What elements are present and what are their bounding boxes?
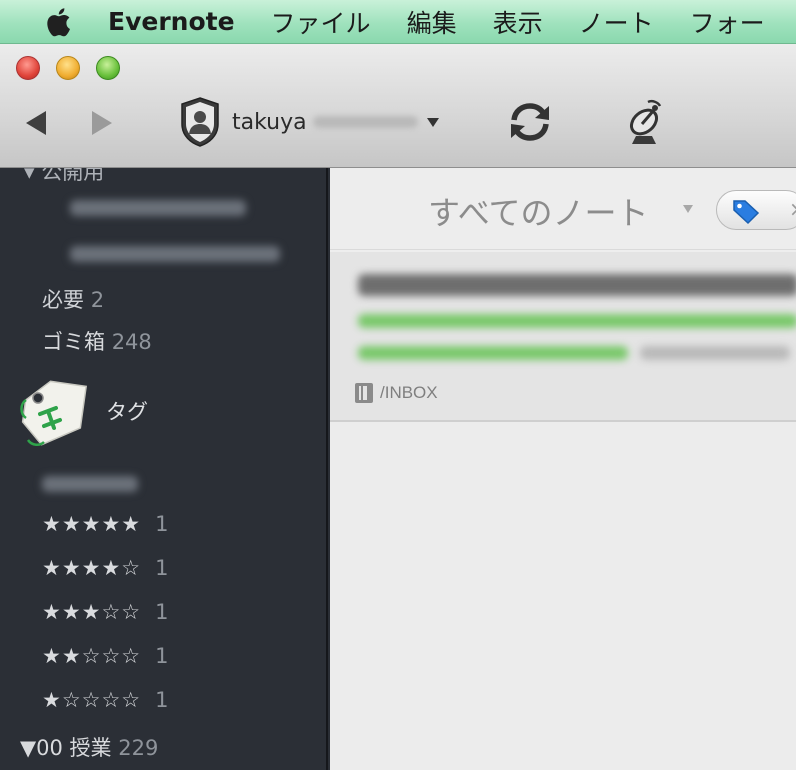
chevron-down-icon[interactable] [682,204,694,214]
sidebar-tag-rating-3[interactable]: ★★★☆☆ 1 [42,600,169,624]
menu-bar: Evernote ファイル 編集 表示 ノート フォー [0,0,796,44]
sync-icon[interactable] [502,98,558,146]
rating-stars: ★★★★☆ [42,556,142,580]
sidebar-item-trash[interactable]: ゴミ箱 248 [42,326,152,356]
back-arrow-icon[interactable] [22,108,52,138]
account-menu[interactable]: takuya [178,96,440,148]
menu-note[interactable]: ノート [579,4,654,40]
sidebar-tag-rating-2[interactable]: ★★☆☆☆ 1 [42,644,169,668]
user-shield-icon [181,97,219,147]
note-snippet-redacted [640,346,790,360]
tag-icon [733,200,760,225]
note-snippet-redacted [358,314,796,328]
window-zoom-button[interactable] [96,56,120,80]
apple-menu-icon[interactable] [40,7,76,37]
note-snippet-redacted [358,346,628,360]
rating-stars: ★★★☆☆ [42,600,142,624]
sidebar-item-count: 1 [155,556,169,580]
note-notebook-name: /INBOX [380,383,438,402]
tag-icon [20,380,88,446]
note-list-title[interactable]: すべてのノート [428,188,648,234]
chevron-down-icon [426,118,439,127]
sidebar-item-label: 00 授業 [36,736,112,760]
tag-filter-token[interactable]: × [716,190,796,230]
sidebar: ▾ 公開用 必要 2 ゴミ箱 248 タグ ★★★★★ 1 ★★★★☆ 1 ★★★☆… [0,168,328,770]
tag-filter-remove[interactable]: × [789,197,796,221]
menu-edit[interactable]: 編集 [407,4,457,40]
menu-app-name[interactable]: Evernote [108,7,235,36]
sidebar-item-count: 1 [155,644,169,668]
notebook-icon [355,383,373,403]
forward-arrow-icon[interactable] [86,108,116,138]
disclosure-triangle-icon[interactable]: ▼ [20,736,36,760]
note-list-item[interactable]: /INBOX [330,252,796,422]
sidebar-item-count: 1 [155,600,169,624]
sidebar-tag-rating-4[interactable]: ★★★★☆ 1 [42,556,169,580]
sidebar-item-count: 1 [155,512,169,536]
rating-stars: ★★★★★ [42,512,142,536]
sidebar-item-label: 必要 [42,288,84,312]
menu-file[interactable]: ファイル [271,4,371,40]
sidebar-item-count: 2 [90,288,105,312]
note-list-empty-area [330,424,796,770]
sidebar-tag-rating-5[interactable]: ★★★★★ 1 [42,512,169,536]
menu-view[interactable]: 表示 [493,4,543,40]
sidebar-tag-rating-1[interactable]: ★☆☆☆☆ 1 [42,688,169,712]
account-name-redacted [312,116,418,128]
rating-stars: ★☆☆☆☆ [42,688,142,712]
sidebar-notebook-redacted[interactable] [70,246,280,262]
sidebar-item-count: 248 [111,330,152,354]
sidebar-notebook-redacted[interactable] [70,200,246,216]
note-list-panel: すべてのノート × /INBOX [330,168,796,770]
note-title-redacted [358,274,796,296]
window-close-button[interactable] [16,56,40,80]
rating-stars: ★★☆☆☆ [42,644,142,668]
account-name: takuya [232,109,307,135]
sidebar-tags-header[interactable]: タグ [106,396,148,426]
sidebar-tag-redacted[interactable] [42,476,138,492]
note-list-header: すべてのノート × [330,168,796,250]
note-notebook-path: /INBOX [354,382,438,404]
sidebar-tag-group-classes[interactable]: ▼00 授業 229 [20,732,158,762]
window-minimize-button[interactable] [56,56,80,80]
satellite-dish-icon[interactable] [622,96,670,148]
sidebar-item-required[interactable]: 必要 2 [42,284,104,314]
sidebar-item-count: 229 [118,736,159,760]
sidebar-item-label: ゴミ箱 [42,330,105,354]
sidebar-item-count: 1 [155,688,169,712]
sidebar-notebook-stack-public[interactable]: ▾ 公開用 [24,168,104,186]
menu-format[interactable]: フォー [690,4,765,40]
notebook-stack-label: 公開用 [41,168,105,184]
